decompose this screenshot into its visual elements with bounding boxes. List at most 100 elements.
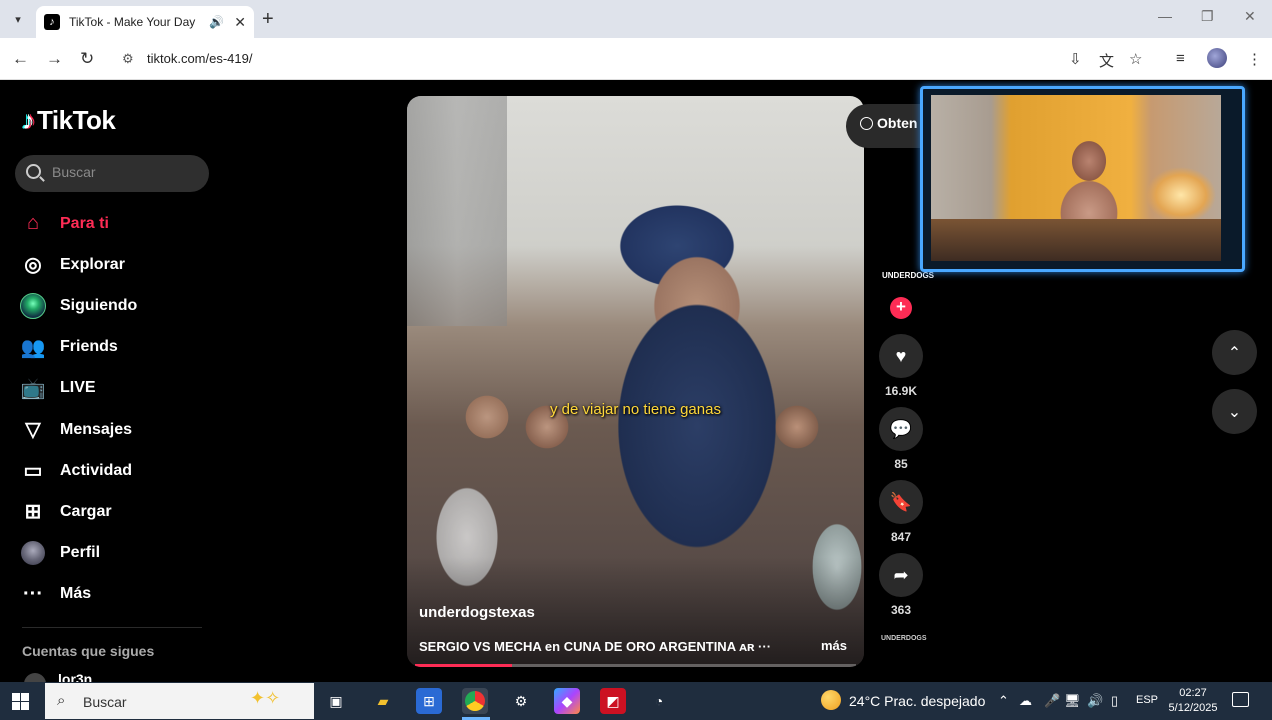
volume-icon[interactable]: 🔊 bbox=[1087, 693, 1103, 709]
sidebar-item-cargar[interactable]: ⊞ Cargar bbox=[18, 491, 208, 532]
amd-icon[interactable]: ◩ bbox=[600, 688, 626, 714]
site-info-icon[interactable]: ⚙ bbox=[122, 51, 134, 67]
previous-video-button[interactable]: ⌃ bbox=[1212, 330, 1257, 375]
upload-icon: ⊞ bbox=[24, 501, 42, 524]
search-input[interactable] bbox=[52, 164, 202, 180]
onedrive-cloud-icon[interactable]: ☁ bbox=[1019, 693, 1032, 709]
comment-count: 85 bbox=[894, 457, 908, 471]
weather-text[interactable]: 24°C Prac. despejado bbox=[849, 693, 985, 709]
close-icon[interactable]: ✕ bbox=[234, 14, 246, 31]
video-progress-fill bbox=[415, 664, 513, 667]
sidebar-divider bbox=[22, 627, 202, 628]
sidebar-item-friends[interactable]: 👥 Friends bbox=[18, 327, 208, 368]
bookmark-star-icon[interactable]: ☆ bbox=[1129, 50, 1142, 68]
sidebar-item-label: Mensajes bbox=[60, 420, 133, 438]
tab-title: TikTok - Make Your Day bbox=[69, 15, 196, 29]
address-bar[interactable]: ⚙ tiktok.com/es-419/ bbox=[112, 43, 1160, 75]
sidebar-item-live[interactable]: 📺 LIVE bbox=[18, 368, 208, 409]
back-icon[interactable]: ← bbox=[12, 49, 29, 69]
sidebar-item-perfil[interactable]: Perfil bbox=[18, 533, 208, 574]
tab-search-chevron-icon[interactable]: ▾ bbox=[8, 9, 28, 29]
chevron-up-icon[interactable]: ⌃ bbox=[998, 693, 1009, 709]
sidebar-item-label: Cargar bbox=[60, 502, 112, 520]
profile-avatar-icon bbox=[18, 541, 48, 566]
get-app-label: Obten bbox=[877, 115, 918, 131]
following-account[interactable]: lor3n bbox=[58, 671, 92, 682]
menu-kebab-icon[interactable]: ⋮ bbox=[1247, 50, 1262, 68]
sidebar-item-label: Perfil bbox=[60, 544, 101, 562]
logo-text: TikTok bbox=[37, 105, 116, 135]
search-icon bbox=[26, 164, 41, 179]
taskbar-search[interactable]: ⌕ Buscar ✦✧ bbox=[45, 683, 314, 719]
more-button[interactable]: más bbox=[821, 638, 847, 653]
video-description: SERGIO VS MECHA en CUNA DE ORO ARGENTINA… bbox=[419, 639, 772, 654]
comment-icon: 💬 bbox=[889, 418, 913, 439]
install-app-icon[interactable]: ⇩ bbox=[1069, 50, 1082, 68]
sidebar-item-actividad[interactable]: ▭ Actividad bbox=[18, 450, 208, 491]
url-text[interactable]: tiktok.com/es-419/ bbox=[147, 51, 253, 66]
clock-date: 5/12/2025 bbox=[1168, 702, 1218, 714]
new-tab-icon[interactable]: + bbox=[262, 8, 274, 31]
share-count: 363 bbox=[890, 603, 912, 617]
notification-icon[interactable] bbox=[1232, 692, 1249, 707]
profile-avatar[interactable] bbox=[1207, 48, 1227, 68]
following-avatar-icon bbox=[18, 292, 48, 319]
speedometer-icon[interactable]: ◔ bbox=[646, 688, 672, 714]
sidebar-item-mensajes[interactable]: ▽ Mensajes bbox=[18, 409, 208, 450]
file-explorer-icon[interactable]: ▰ bbox=[370, 688, 396, 714]
sparkle-icon: ✦✧ bbox=[250, 688, 281, 708]
sidebar-item-para-ti[interactable]: ⌂ Para ti bbox=[18, 203, 208, 244]
store-icon[interactable]: ⊞ bbox=[416, 688, 442, 714]
browser-toolbar: ← → ↻ ⚙ tiktok.com/es-419/ ⇩ 文 ☆ ≡ ⋮ bbox=[0, 38, 1272, 80]
video-author[interactable]: underdogstexas bbox=[419, 604, 535, 621]
browser-tab[interactable]: ♪ TikTok - Make Your Day 🔊 ✕ bbox=[36, 6, 254, 38]
sidebar-item-mas[interactable]: ··· Más bbox=[18, 574, 208, 615]
video-background bbox=[407, 96, 507, 326]
taskbar-clock[interactable]: 02:27 5/12/2025 bbox=[1168, 686, 1218, 716]
chevron-up-icon: ⌃ bbox=[1227, 344, 1242, 362]
minimize-icon[interactable]: — bbox=[1158, 8, 1172, 24]
video-progress[interactable] bbox=[415, 664, 856, 667]
activity-icon: ▭ bbox=[23, 460, 43, 483]
task-view-icon[interactable]: ▣ bbox=[323, 688, 349, 714]
sidebar-item-label: Más bbox=[60, 585, 92, 603]
live-icon: 📺 bbox=[20, 377, 46, 400]
music-disc-icon[interactable]: UNDERDOGS bbox=[881, 635, 927, 661]
sidebar-item-siguiendo[interactable]: Siguiendo bbox=[18, 285, 208, 326]
microphone-icon[interactable]: 🎤 bbox=[1044, 693, 1060, 709]
tiktok-circle-icon bbox=[860, 117, 873, 130]
avatar[interactable] bbox=[24, 673, 46, 682]
like-count: 16.9K bbox=[884, 384, 918, 398]
chevron-down-icon: ⌄ bbox=[1227, 403, 1242, 421]
media-control-icon[interactable]: ≡ bbox=[1176, 50, 1185, 67]
steam-icon[interactable]: ⚙ bbox=[508, 688, 534, 714]
share-button[interactable]: ➦ bbox=[879, 553, 923, 597]
translate-icon[interactable]: 文 bbox=[1099, 50, 1114, 71]
webcam-overlay bbox=[920, 86, 1245, 272]
tiktok-page: ♪ TikTok ⌂ Para ti ◎ Explorar Siguiendo … bbox=[0, 81, 1272, 682]
speaker-icon[interactable]: 🔊 bbox=[209, 15, 224, 29]
sidebar-item-label: Explorar bbox=[60, 255, 125, 273]
battery-icon[interactable]: ▯ bbox=[1111, 693, 1118, 709]
video-player[interactable]: y de viajar no tiene ganas underdogstexa… bbox=[407, 96, 864, 667]
copilot-icon[interactable]: ◆ bbox=[554, 688, 580, 714]
network-icon[interactable]: 🖥 bbox=[1064, 693, 1081, 709]
reload-icon[interactable]: ↻ bbox=[80, 49, 94, 69]
search-icon: ⌕ bbox=[57, 692, 66, 709]
windows-start-icon[interactable] bbox=[12, 693, 29, 710]
sidebar-item-explorar[interactable]: ◎ Explorar bbox=[18, 244, 208, 285]
search-box[interactable] bbox=[15, 155, 209, 192]
window-close-icon[interactable]: ✕ bbox=[1244, 8, 1256, 25]
chrome-icon[interactable] bbox=[462, 688, 488, 714]
sidebar-item-label: Para ti bbox=[60, 214, 109, 232]
tiktok-logo[interactable]: ♪ TikTok bbox=[22, 105, 116, 136]
save-button[interactable]: 🔖 bbox=[879, 480, 923, 524]
like-button[interactable]: ♥ bbox=[879, 334, 923, 378]
more-icon: ··· bbox=[23, 582, 43, 605]
restore-icon[interactable]: ❐ bbox=[1201, 8, 1214, 25]
follow-plus-icon[interactable]: + bbox=[890, 297, 912, 319]
next-video-button[interactable]: ⌄ bbox=[1212, 389, 1257, 434]
forward-icon[interactable]: → bbox=[46, 49, 63, 69]
language-indicator[interactable]: ESP bbox=[1136, 694, 1158, 706]
comment-button[interactable]: 💬 bbox=[879, 407, 923, 451]
